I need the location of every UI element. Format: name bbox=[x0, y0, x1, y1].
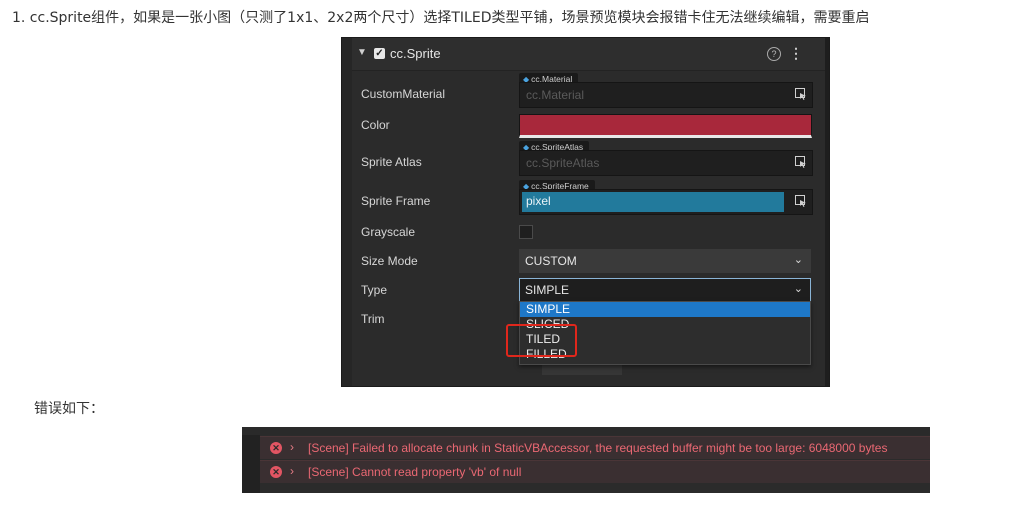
article-heading: 1. cc.Sprite组件，如果是一张小图（只测了1x1、2x2两个尺寸）选择… bbox=[12, 10, 870, 26]
custom-material-label: CustomMaterial bbox=[361, 87, 446, 101]
type-label: Type bbox=[361, 283, 388, 297]
sprite-atlas-placeholder: cc.SpriteAtlas bbox=[526, 156, 600, 170]
color-swatch[interactable] bbox=[519, 114, 812, 138]
sprite-frame-field[interactable]: pixel bbox=[519, 189, 813, 215]
chevron-down-icon: ⌄ bbox=[793, 254, 803, 266]
type-select[interactable]: SIMPLE ⌄ bbox=[519, 278, 811, 302]
help-icon[interactable]: ? bbox=[767, 47, 781, 61]
trim-label: Trim bbox=[361, 312, 385, 326]
sprite-atlas-field[interactable]: cc.SpriteAtlas bbox=[519, 150, 813, 176]
asset-picker-icon[interactable] bbox=[795, 88, 807, 100]
chevron-down-icon[interactable]: ▼ bbox=[356, 47, 368, 59]
error-message: [Scene] Failed to allocate chunk in Stat… bbox=[308, 441, 888, 455]
error-icon: ✕ bbox=[270, 466, 282, 478]
sprite-atlas-label: Sprite Atlas bbox=[361, 155, 422, 169]
error-intro: 错误如下： bbox=[34, 401, 104, 417]
color-label: Color bbox=[361, 118, 390, 132]
asset-picker-icon[interactable] bbox=[795, 156, 807, 168]
grayscale-label: Grayscale bbox=[361, 225, 416, 239]
console-error-row[interactable]: ✕ › [Scene] Cannot read property 'vb' of… bbox=[260, 460, 930, 483]
console-panel: ✕ › [Scene] Failed to allocate chunk in … bbox=[242, 427, 930, 493]
chevron-down-icon: ⌄ bbox=[793, 283, 803, 295]
inspector-panel: ▼ ✓ cc.Sprite ? ⋮ CustomMaterial ◆ cc.Mat… bbox=[342, 38, 829, 386]
error-message: [Scene] Cannot read property 'vb' of nul… bbox=[308, 465, 522, 479]
component-title: cc.Sprite bbox=[390, 46, 441, 61]
size-mode-select[interactable]: CUSTOM ⌄ bbox=[519, 249, 811, 273]
type-option-simple[interactable]: SIMPLE bbox=[520, 302, 810, 317]
component-header[interactable]: ▼ ✓ cc.Sprite ? ⋮ bbox=[352, 38, 825, 71]
sprite-frame-label: Sprite Frame bbox=[361, 194, 431, 208]
custom-material-placeholder: cc.Material bbox=[526, 88, 585, 102]
component-enabled-checkbox[interactable]: ✓ bbox=[374, 48, 385, 59]
console-error-row[interactable]: ✕ › [Scene] Failed to allocate chunk in … bbox=[260, 436, 930, 459]
sprite-frame-value-chip[interactable]: pixel bbox=[522, 192, 784, 212]
error-icon: ✕ bbox=[270, 442, 282, 454]
size-mode-label: Size Mode bbox=[361, 254, 418, 268]
chevron-right-icon[interactable]: › bbox=[290, 440, 294, 454]
custom-material-field[interactable]: cc.Material bbox=[519, 82, 813, 108]
chevron-right-icon[interactable]: › bbox=[290, 464, 294, 478]
tiled-annotation-box bbox=[506, 324, 577, 357]
more-vertical-icon[interactable]: ⋮ bbox=[789, 44, 803, 62]
grayscale-checkbox[interactable] bbox=[519, 225, 533, 239]
asset-picker-icon[interactable] bbox=[795, 195, 807, 207]
